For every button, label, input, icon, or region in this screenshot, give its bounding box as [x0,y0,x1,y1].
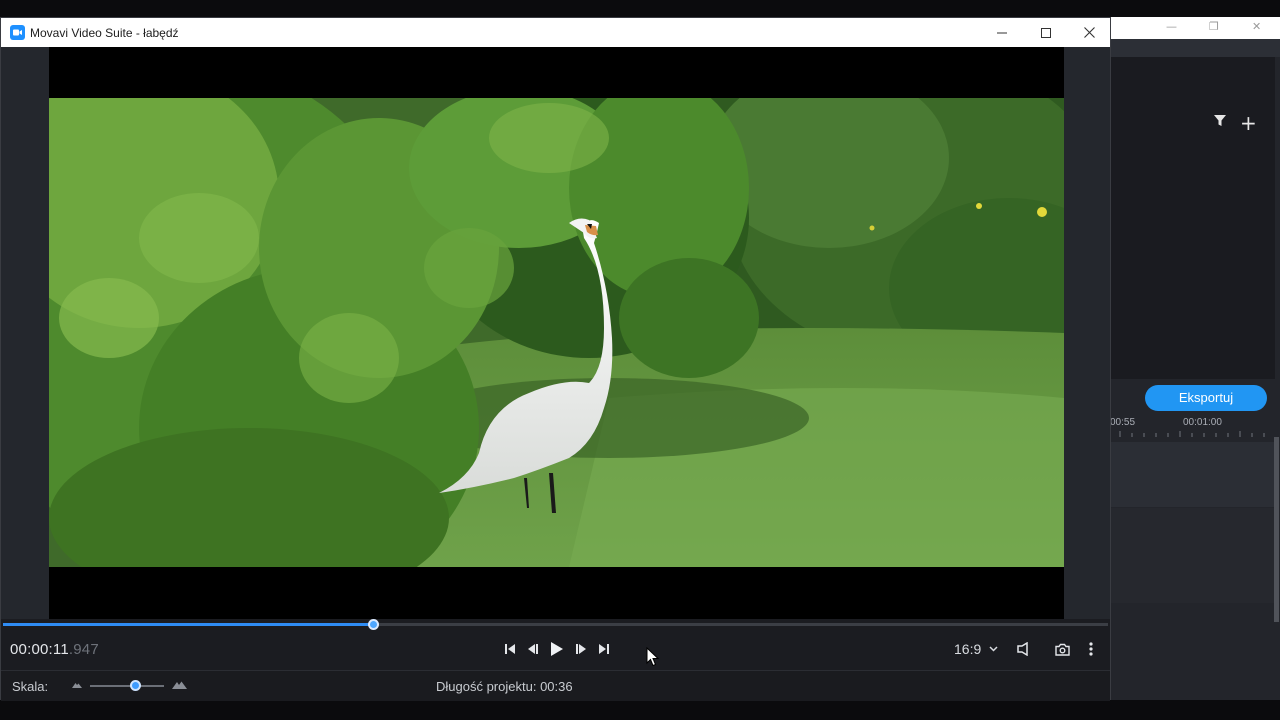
filter-icon[interactable] [1214,115,1226,127]
play-button[interactable] [547,639,567,659]
background-editor-window: — ❐ ✕ + Eksportuj 00:55 00:01:00 [1110,17,1280,700]
next-frame-icon [576,644,586,654]
titlebar: Movavi Video Suite - łabędź [1,18,1110,47]
playback-controls: 00:00:11.947 16:9 [1,630,1110,670]
preview-stage [1,47,1110,619]
export-button[interactable]: Eksportuj [1145,385,1267,411]
project-duration-label: Długość projektu: [436,679,537,694]
screen: — ❐ ✕ + Eksportuj 00:55 00:01:00 Movavi … [0,0,1280,720]
movavi-app-icon [10,25,25,40]
add-icon[interactable]: + [1240,113,1257,133]
video-frame-swan [49,98,1064,567]
playback-progress-bar[interactable] [3,619,1108,630]
timeline-track[interactable] [1110,508,1275,603]
zoom-in-icon[interactable] [172,680,187,690]
current-time-main: 00:00:11 [10,641,69,658]
aspect-ratio-value: 16:9 [954,641,982,657]
scale-slider-handle[interactable] [130,680,142,691]
snapshot-icon [1054,643,1070,656]
more-options-icon [1089,642,1093,656]
maximize-icon [1041,27,1051,38]
skip-to-start-button[interactable] [500,639,520,659]
project-duration-value: 00:36 [540,679,573,694]
current-time: 00:00:11.947 [10,641,99,658]
project-duration: Długość projektu: 00:36 [436,679,573,694]
chevron-down-icon [989,646,998,652]
media-panel: + [1110,57,1275,379]
skip-to-start-icon [505,644,515,654]
aspect-ratio-dropdown[interactable]: 16:9 [954,641,998,657]
scale-label: Skala: [12,679,49,694]
preview-player-window: Movavi Video Suite - łabędź 00:00:11.947… [0,17,1111,701]
previous-frame-icon [528,644,538,654]
background-toolbar [1110,39,1280,57]
next-frame-button[interactable] [571,639,591,659]
timeline-scrollbar[interactable] [1274,437,1279,622]
snapshot-button[interactable] [1052,639,1072,659]
timeline-track[interactable] [1110,442,1275,507]
timeline-ruler: 00:55 00:01:00 [1110,415,1275,439]
zoom-out-icon[interactable] [72,681,82,689]
restore-icon[interactable]: ❐ [1209,20,1219,33]
ruler-ticks [1119,431,1265,437]
close-button[interactable] [1067,18,1111,47]
close-icon [1083,27,1095,38]
maximize-button[interactable] [1024,18,1068,47]
window-title: Movavi Video Suite - łabędź [30,26,179,40]
previous-frame-button[interactable] [523,639,543,659]
progress-fill [3,623,374,626]
minimize-icon [997,32,1007,33]
minimize-button[interactable] [980,18,1024,47]
skip-to-end-button[interactable] [594,639,614,659]
close-icon[interactable]: ✕ [1252,20,1261,33]
fullscreen-icon [1017,642,1028,656]
scale-slider[interactable] [90,680,164,691]
mouse-cursor-icon [646,647,660,667]
play-icon [551,642,563,656]
more-options-button[interactable] [1081,639,1101,659]
status-bar: Skala: Długość projektu: 00:36 [1,670,1110,701]
current-time-milliseconds: .947 [68,641,99,658]
video-frame-image [49,98,1064,567]
background-titlebar: — ❐ ✕ [1110,17,1280,39]
playhead-handle[interactable] [368,619,380,630]
minimize-icon[interactable]: — [1166,20,1177,33]
video-canvas[interactable] [49,47,1064,619]
skip-to-end-icon [599,644,609,654]
fullscreen-button[interactable] [1013,639,1033,659]
